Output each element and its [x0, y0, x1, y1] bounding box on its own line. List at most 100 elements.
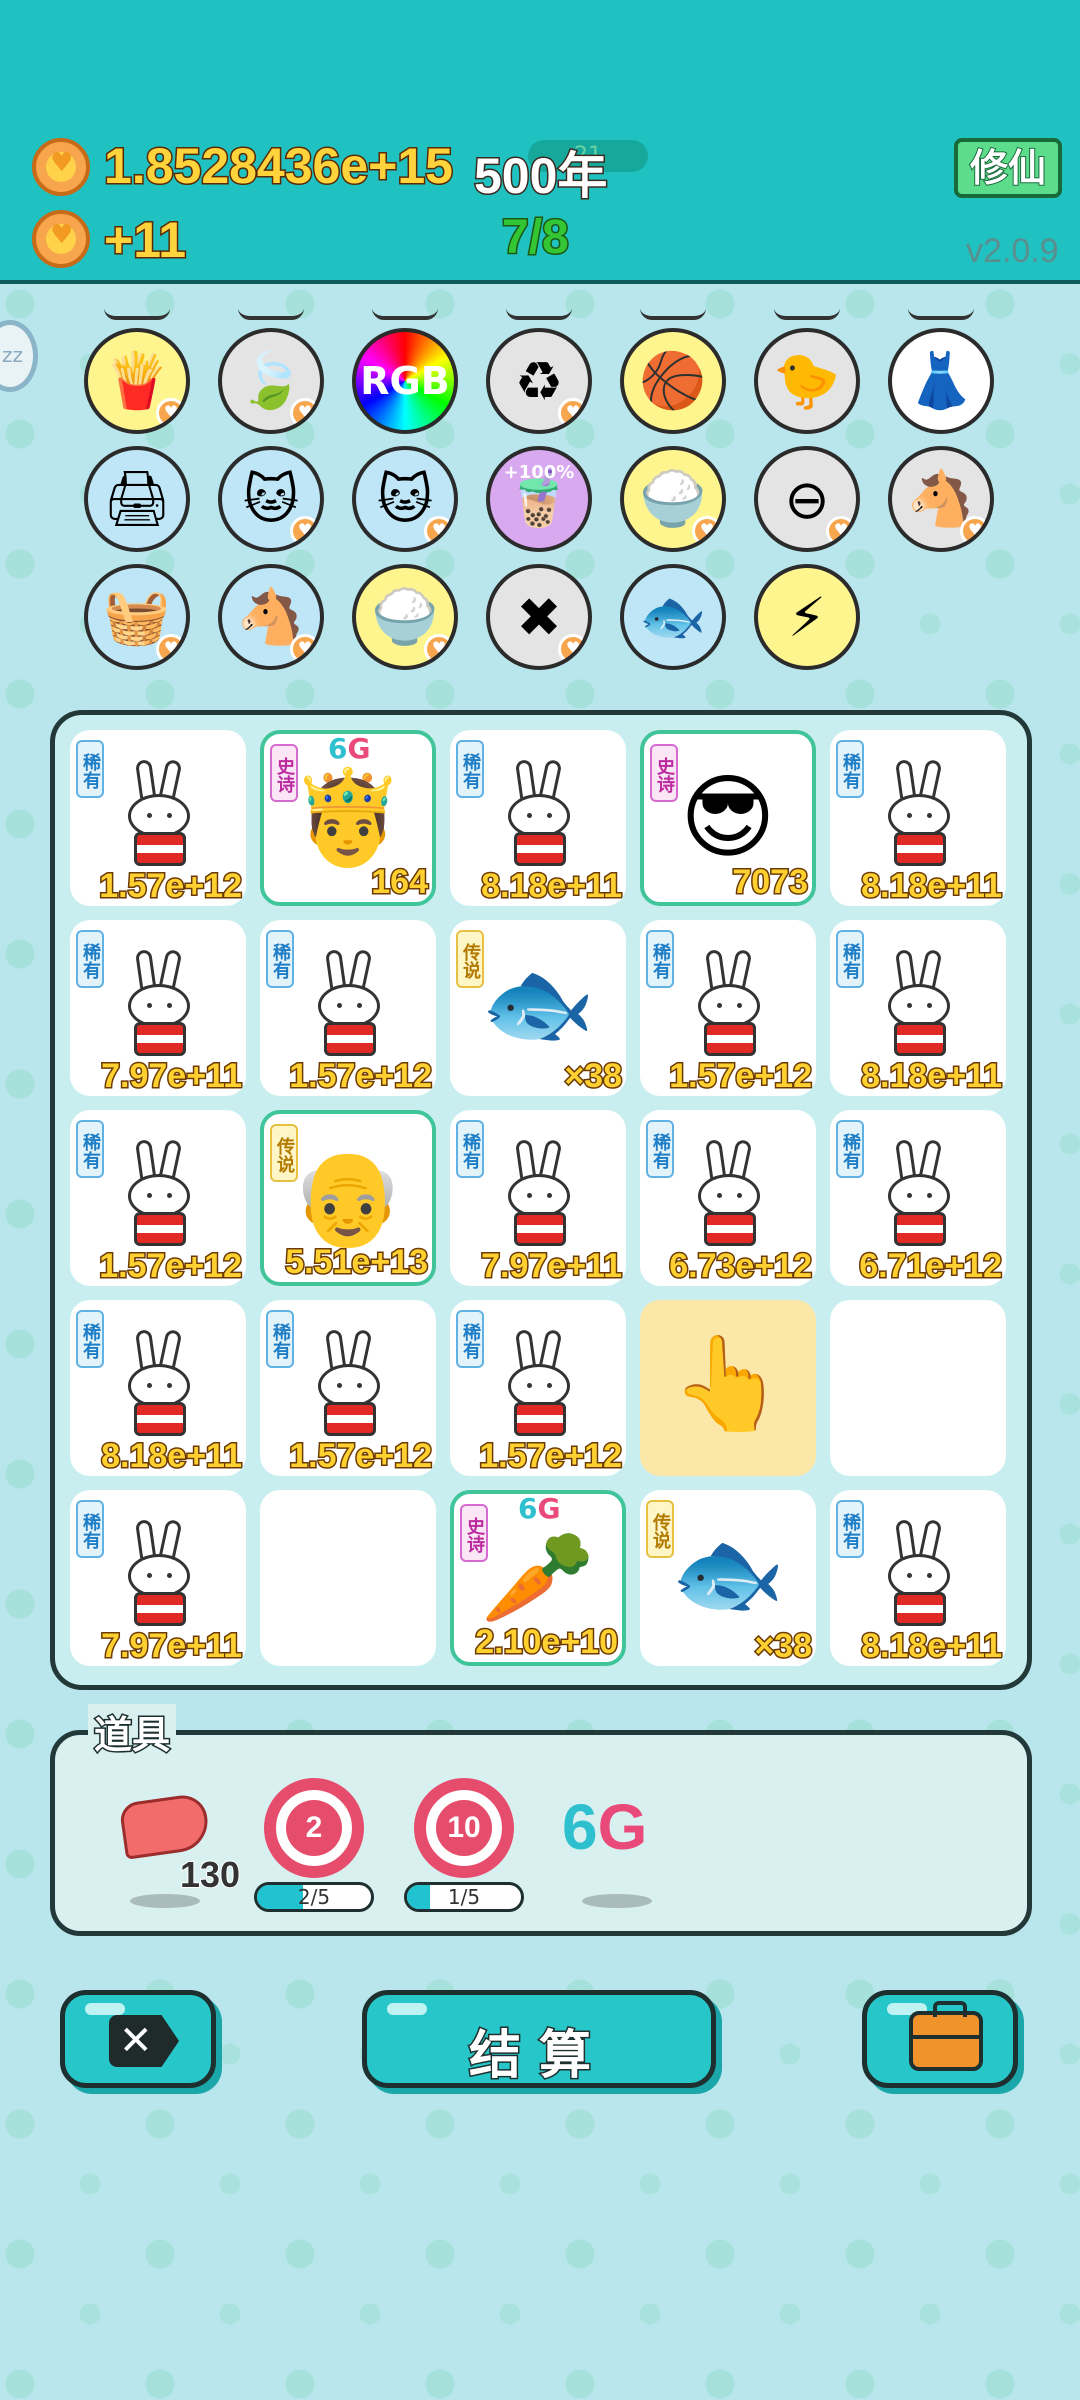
board-cell[interactable]: 稀有 1.57e+12 [70, 730, 246, 906]
fishbowl-icon: 🐟 [639, 585, 707, 648]
cell-value: 7.97e+11 [100, 1056, 244, 1097]
cat2-icon: 🐱 [376, 467, 434, 531]
rarity-tag: 稀有 [646, 1120, 674, 1178]
board-cell[interactable]: 稀有 1.57e+12 [450, 1300, 626, 1476]
bunny-icon [120, 1138, 200, 1250]
item-delete[interactable]: ✖ ♥ [486, 564, 592, 670]
printer-icon: 🖨 [102, 467, 172, 530]
board-cell[interactable]: 稀有 6.73e+12 [640, 1110, 816, 1286]
board-cell[interactable]: 稀有 1.57e+12 [640, 920, 816, 1096]
board-cell[interactable]: 👆 [640, 1300, 816, 1476]
bag-button[interactable] [862, 1990, 1018, 2088]
cell-value: 6.73e+12 [668, 1246, 814, 1287]
board-cell[interactable]: 🐟 传说 ×38 [450, 920, 626, 1096]
cell-value: 8.18e+11 [860, 1056, 1004, 1097]
rarity-tag: 稀有 [266, 930, 294, 988]
remove-button[interactable]: ✕ [60, 1990, 216, 2088]
item-bubble-tea[interactable]: 🧋 +100% [486, 446, 592, 552]
delete-icon: ✕ [109, 2015, 179, 2067]
target-2-button[interactable]: 2 [264, 1778, 364, 1878]
board-cell[interactable]: 稀有 8.18e+11 [70, 1300, 246, 1476]
board-cell[interactable]: 稀有 7.97e+11 [450, 1110, 626, 1286]
item-horses2[interactable]: 🐴 ♥ [218, 564, 324, 670]
rarity-tag: 稀有 [836, 740, 864, 798]
basketballs-icon: 🏀 [639, 349, 707, 412]
settle-button[interactable]: 结算 [362, 1990, 716, 2088]
cultivate-button[interactable]: 修仙 [954, 138, 1062, 198]
target-10-progress: 1/5 [404, 1882, 524, 1912]
minus-icon: ⊖ [784, 467, 830, 531]
target-10-button[interactable]: 10 [414, 1778, 514, 1878]
scroll-peek [908, 308, 974, 320]
board-cell[interactable]: 稀有 1.57e+12 [260, 1300, 436, 1476]
bunny-icon [880, 758, 960, 870]
heart-badge-icon: ♥ [290, 398, 320, 428]
bunny-icon [120, 1328, 200, 1440]
sixg-badge: 6G [328, 732, 371, 765]
board-cell[interactable]: 稀有 8.18e+11 [830, 730, 1006, 906]
item-chick[interactable]: 🐤 [754, 328, 860, 434]
board-cell[interactable]: 稀有 8.18e+11 [450, 730, 626, 906]
bunny-icon [690, 1138, 770, 1250]
bunny-icon [120, 758, 200, 870]
rarity-tag: 稀有 [646, 930, 674, 988]
scroll-peek [640, 308, 706, 320]
board-cell[interactable]: 稀有 6.71e+12 [830, 1110, 1006, 1286]
briefcase-icon [909, 2001, 983, 2071]
board-cell[interactable]: 稀有 1.57e+12 [260, 920, 436, 1096]
board-cell[interactable]: 👴 传说 5.51e+13 [260, 1110, 436, 1286]
board-cell[interactable]: 🐟 传说 ×38 [640, 1490, 816, 1666]
board-cell[interactable] [260, 1490, 436, 1666]
item-rice2[interactable]: 🍚 ♥ [352, 564, 458, 670]
board-cell[interactable]: 6G 🤴 史诗 164 [260, 730, 436, 906]
stage-progress: 7/8 [501, 210, 571, 266]
item-basket[interactable]: 🧺 ♥ [84, 564, 190, 670]
item-fishbowl[interactable]: 🐟 [620, 564, 726, 670]
bunny-icon [880, 1518, 960, 1630]
heart-badge-icon: ♥ [424, 634, 454, 664]
board-cell[interactable] [830, 1300, 1006, 1476]
heart-badge-icon: ♥ [156, 398, 186, 428]
item-fries[interactable]: 🍟 ♥ [84, 328, 190, 434]
item-cat2[interactable]: 🐱 ♥ [352, 446, 458, 552]
cell-value: 7073 [731, 862, 810, 903]
cell-value: 7.97e+11 [100, 1626, 244, 1667]
heart-badge-icon: ♥ [692, 516, 722, 546]
cell-value: 5.51e+13 [284, 1242, 430, 1283]
item-cat1[interactable]: 🐱 ♥ [218, 446, 324, 552]
item-skirt[interactable]: 👗 [888, 328, 994, 434]
skirt-icon: 👗 [907, 349, 975, 412]
item-minus[interactable]: ⊖ ♥ [754, 446, 860, 552]
rarity-tag: 稀有 [836, 1120, 864, 1178]
rarity-tag: 稀有 [456, 1310, 484, 1368]
rarity-tag: 稀有 [836, 1500, 864, 1558]
sixg-tool-button[interactable]: 6G [562, 1790, 647, 1864]
item-rgb[interactable]: RGB [352, 328, 458, 434]
item-horses[interactable]: 🐴 ♥ [888, 446, 994, 552]
cell-value: 2.10e+10 [474, 1622, 620, 1663]
item-basketballs[interactable]: 🏀 [620, 328, 726, 434]
rarity-tag: 稀有 [76, 1310, 104, 1368]
board-cell[interactable]: 稀有 7.97e+11 [70, 1490, 246, 1666]
board-cell[interactable]: 稀有 8.18e+11 [830, 1490, 1006, 1666]
scroll-peek [104, 308, 170, 320]
item-printer[interactable]: 🖨 [84, 446, 190, 552]
item-recycle[interactable]: ♻ ♥ [486, 328, 592, 434]
rgb-icon: RGB [360, 359, 450, 403]
board-cell[interactable]: 稀有 8.18e+11 [830, 920, 1006, 1096]
board-cell[interactable]: 稀有 7.97e+11 [70, 920, 246, 1096]
cell-value: 6.71e+12 [858, 1246, 1004, 1287]
hand-pointer-icon: 👆 [670, 1330, 786, 1437]
rarity-tag: 传说 [646, 1500, 674, 1558]
target-2-label: 2 [288, 1802, 340, 1854]
rarity-tag: 稀有 [836, 930, 864, 988]
board-cell[interactable]: 稀有 1.57e+12 [70, 1110, 246, 1286]
item-leaf[interactable]: 🍃 ♥ [218, 328, 324, 434]
bunny-icon [310, 1328, 390, 1440]
cat1-icon: 🐱 [242, 467, 300, 531]
board-cell[interactable]: 6G 🥕 史诗 2.10e+10 [450, 1490, 626, 1666]
item-rice[interactable]: 🍚 ♥ [620, 446, 726, 552]
item-lightning[interactable]: ⚡ [754, 564, 860, 670]
board-cell[interactable]: 😎 史诗 7073 [640, 730, 816, 906]
coins-total: 1.8528436e+15 [103, 137, 455, 196]
